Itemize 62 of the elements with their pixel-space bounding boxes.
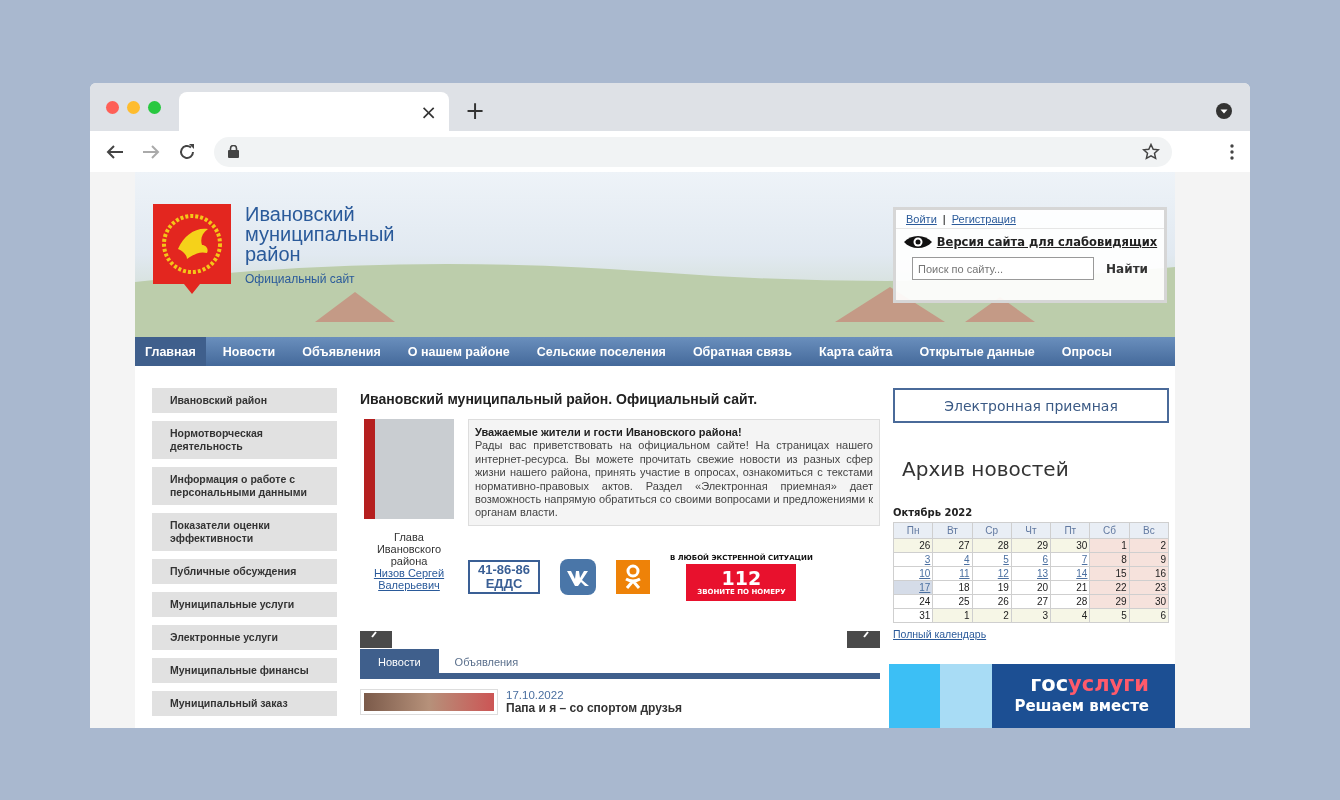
login-link[interactable]: Войти — [906, 213, 937, 225]
reload-icon[interactable] — [178, 142, 196, 161]
sidebar-item[interactable]: Муниципальные финансы — [152, 658, 337, 683]
nav-item[interactable]: Новости — [212, 337, 286, 366]
separator: | — [942, 213, 946, 225]
accessibility-link[interactable]: Версия сайта для слабовидящих — [896, 235, 1164, 249]
weekday-header: Пн — [893, 522, 933, 539]
tab-close-button[interactable]: × — [420, 101, 437, 122]
page-heading: Ивановский муниципальный район. Официальный сайт. — [360, 391, 759, 407]
news-tab[interactable]: Новости — [360, 648, 439, 673]
lock-icon — [228, 145, 239, 158]
edds-banner[interactable]: 41-86-86 ЕДДС — [468, 560, 540, 595]
archive-title: Архив новостей — [902, 457, 1070, 481]
slider-prev-icon[interactable] — [360, 630, 392, 648]
gosuslugi-banner[interactable]: госуслуги Решаем вместе — [889, 664, 1175, 728]
sidebar-item[interactable]: Электронные услуги — [152, 625, 337, 650]
register-link[interactable]: Регистрация — [951, 213, 1016, 225]
weekday-header: Чт — [1011, 522, 1051, 539]
nav-item[interactable]: Обратная связь — [682, 337, 802, 366]
weekday-header: Сб — [1089, 522, 1130, 539]
nav-item[interactable]: Объявления — [292, 337, 391, 366]
head-name-link[interactable]: Низов Сергей Валерьевич — [364, 567, 454, 591]
reception-button[interactable]: Электронная приемная — [893, 388, 1169, 423]
nav-item[interactable]: О нашем районе — [397, 337, 520, 366]
vk-icon[interactable] — [560, 559, 596, 596]
news-tab[interactable]: Объявления — [438, 648, 535, 673]
weekday-header: Пт — [1050, 522, 1090, 539]
sidebar-item[interactable]: Нормотворческая деятельность — [152, 421, 337, 459]
weekday-header: Вс — [1129, 522, 1169, 539]
site-title[interactable]: Ивановский муниципальный район — [245, 204, 395, 264]
head-caption: Главa Ивановского района — [375, 531, 443, 567]
nav-item[interactable]: Сельские поселения — [526, 337, 676, 366]
ok-icon[interactable] — [616, 560, 650, 595]
more-menu-icon[interactable] — [1230, 143, 1234, 160]
sidebar-item[interactable]: Публичные обсуждения — [152, 559, 337, 584]
eye-icon — [902, 235, 933, 249]
news-date: 17.10.2022 — [506, 688, 565, 701]
slider-next-icon[interactable] — [847, 630, 880, 648]
site-subtitle: Официальный сайт — [245, 272, 356, 286]
weekday-header: Ср — [972, 522, 1012, 539]
search-button[interactable]: Найти — [1106, 261, 1148, 276]
sidebar-item[interactable]: Информация о работе с персональными данными — [152, 467, 337, 505]
nav-item[interactable]: Главная — [135, 337, 206, 366]
news-thumbnail[interactable] — [360, 688, 498, 715]
new-tab-button[interactable]: + — [465, 99, 486, 123]
weekday-header: Вт — [932, 522, 973, 539]
nav-item[interactable]: Карта сайта — [809, 337, 903, 366]
sidebar-item[interactable]: Показатели оценки эффективности — [152, 513, 337, 551]
news-title[interactable]: Папа и я – со спортом друзья — [506, 700, 683, 715]
greeting-text: Уважаемые жители и гости Ивановского района! Рады вас приветствовать на официальном сайте! На страницах нашего интернет-ресурса. Вы можете прочитать свежие новости из разных сфер жизни нашего района, принять участие в опросах, ознакомиться с текстами нормативно-правовых актов. Раздел «Электронная приемная» дает возможность напрямую обратиться со своими вопросами и предложениями к органам власти. — [468, 419, 880, 526]
tab-menu-icon[interactable] — [1216, 103, 1232, 119]
calendar-month: Октябрь 2022 — [893, 507, 974, 518]
browser-tab[interactable]: × — [179, 92, 449, 131]
nav-item[interactable]: Опросы — [1051, 337, 1122, 366]
back-icon[interactable] — [106, 143, 124, 160]
full-calendar-link[interactable]: Полный календарь — [893, 628, 987, 640]
search-field[interactable]: Поиск по сайту... — [912, 257, 1095, 280]
sidebar-item[interactable]: Муниципальные услуги — [152, 592, 337, 617]
star-icon[interactable] — [1142, 142, 1160, 161]
sidebar-item[interactable]: Ивановский район — [152, 388, 337, 413]
nav-item[interactable]: Открытые данные — [909, 337, 1045, 366]
sidebar-item[interactable]: Муниципальный заказ — [152, 691, 337, 716]
